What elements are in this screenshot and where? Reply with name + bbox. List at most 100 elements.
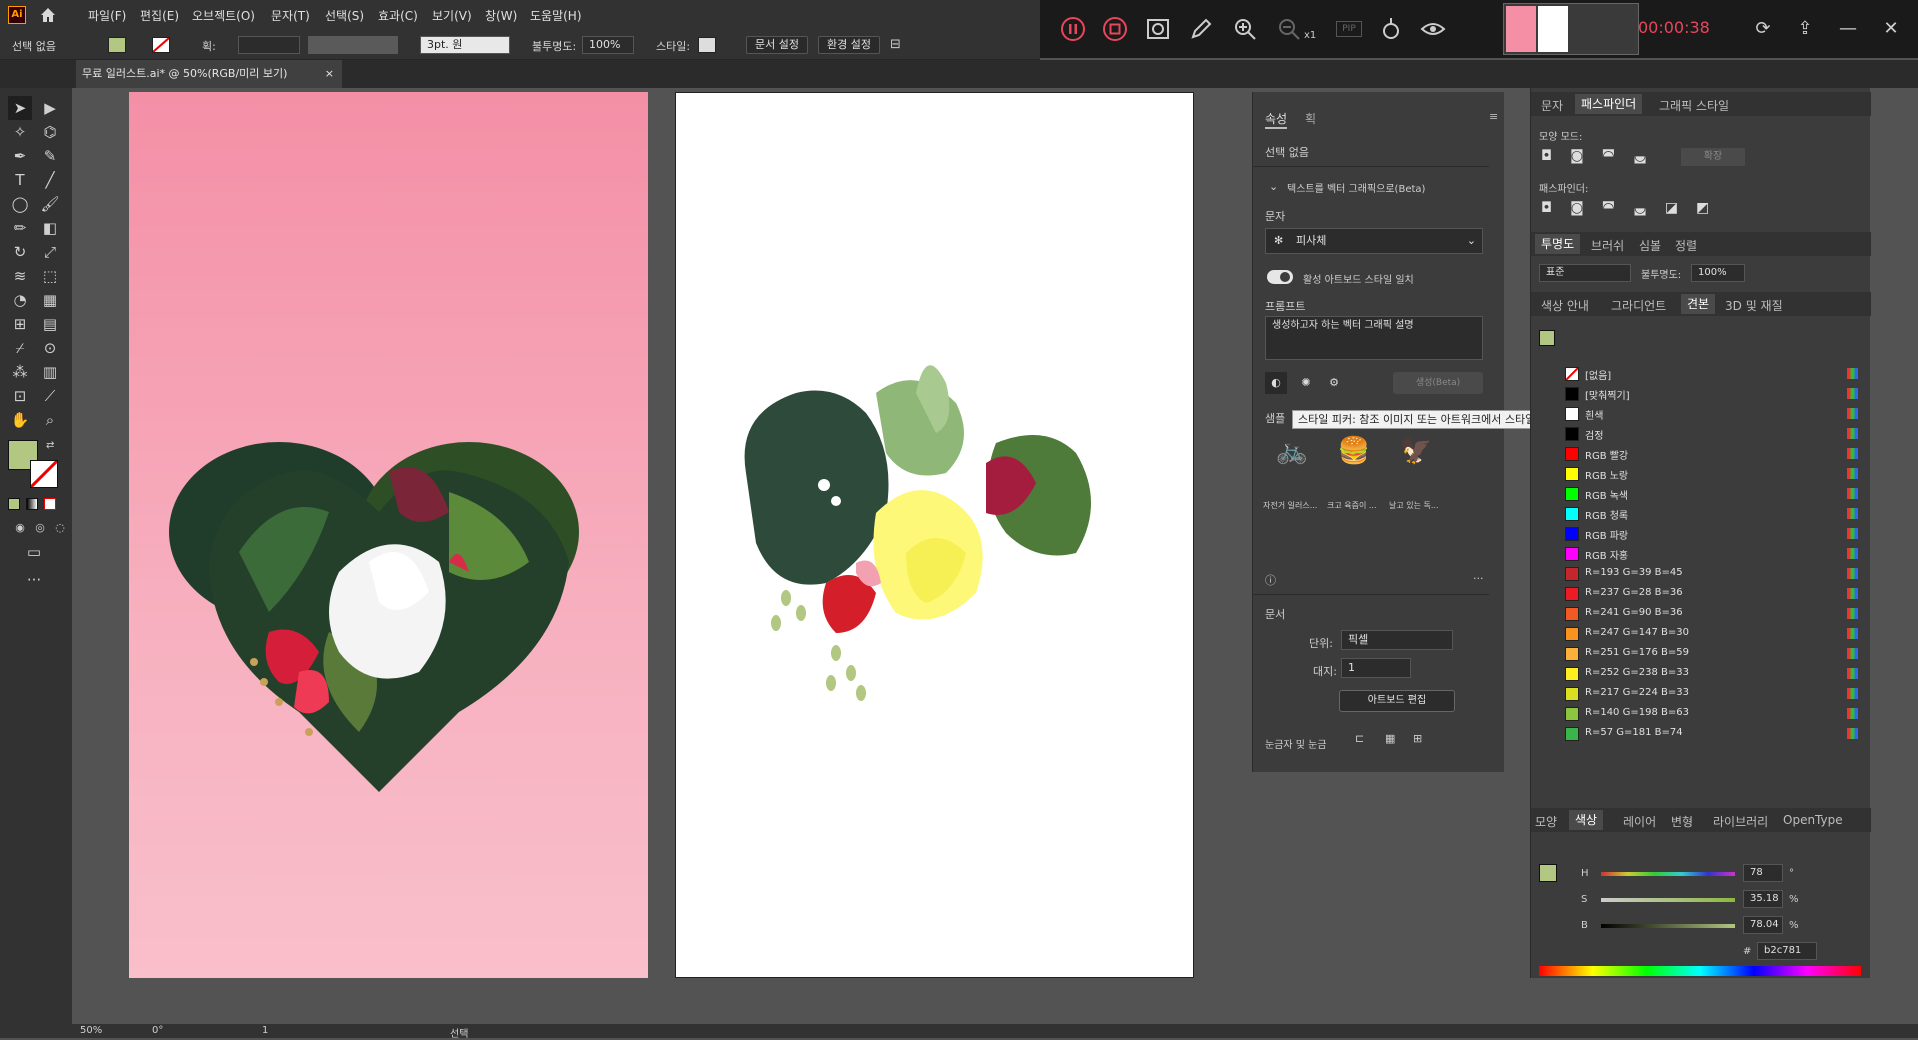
- tab-properties[interactable]: 속성: [1265, 110, 1288, 129]
- curvature-tool-icon[interactable]: ✎: [38, 144, 62, 168]
- brightness-field[interactable]: 78.04: [1743, 916, 1783, 934]
- eye-icon[interactable]: [1420, 16, 1446, 42]
- gradient-tool-icon[interactable]: ▤: [38, 312, 62, 336]
- slice-tool-icon[interactable]: ⟋: [38, 384, 62, 408]
- cursor-effect-icon[interactable]: [1378, 16, 1404, 42]
- more-tools-icon[interactable]: ···: [22, 568, 46, 592]
- menu-view[interactable]: 보기(V): [432, 7, 472, 24]
- chevron-down-icon[interactable]: ⌄: [1269, 180, 1278, 193]
- pathfinder-icons[interactable]: ◘◙◚◛◪◩: [1541, 200, 1727, 216]
- eyedropper-tool-icon[interactable]: ⌿: [8, 336, 32, 360]
- burger-icon[interactable]: 🍔: [1333, 436, 1375, 472]
- lasso-tool-icon[interactable]: ⌬: [38, 120, 62, 144]
- grid-icon[interactable]: ▦: [1385, 732, 1395, 745]
- tab-color-guide[interactable]: 색상 안내: [1541, 297, 1589, 314]
- eagle-icon[interactable]: 🦅: [1395, 436, 1437, 472]
- swatches-fill-box[interactable]: [1539, 330, 1555, 346]
- artboard-navigator[interactable]: 1: [262, 1025, 268, 1036]
- tab-libraries[interactable]: 라이브러리: [1713, 813, 1768, 830]
- graph-tool-icon[interactable]: ▥: [38, 360, 62, 384]
- stroke-weight-field[interactable]: [238, 36, 300, 54]
- tab-graphic-styles[interactable]: 그래픽 스타일: [1659, 97, 1729, 114]
- close-tab-icon[interactable]: ×: [325, 60, 334, 88]
- direct-selection-tool-icon[interactable]: ▶: [38, 96, 62, 120]
- menu-file[interactable]: 파일(F): [88, 7, 126, 24]
- brush-definition[interactable]: 3pt. 원: [420, 36, 510, 54]
- tab-opentype[interactable]: OpenType: [1783, 813, 1843, 827]
- tab-character[interactable]: 문자: [1541, 97, 1563, 114]
- swatch-row[interactable]: RGB 파랑: [1537, 524, 1867, 544]
- pencil-icon[interactable]: [1188, 16, 1214, 42]
- panel-menu-icon[interactable]: ≡: [1489, 110, 1498, 123]
- tab-brushes[interactable]: 브러쉬: [1591, 237, 1624, 254]
- tab-3d-materials[interactable]: 3D 및 재질: [1725, 297, 1783, 314]
- swatch-row[interactable]: RGB 녹색: [1537, 484, 1867, 504]
- swatch-row[interactable]: R=251 G=176 B=59: [1537, 644, 1867, 664]
- tab-layers[interactable]: 레이어: [1623, 813, 1656, 830]
- menu-select[interactable]: 선택(S): [325, 7, 364, 24]
- pause-icon[interactable]: [1060, 16, 1086, 42]
- swatch-row[interactable]: RGB 자홍: [1537, 544, 1867, 564]
- paintbrush-tool-icon[interactable]: 🖌: [38, 192, 62, 216]
- shape-mode-icons[interactable]: ◘◙◚◛: [1541, 148, 1665, 164]
- close-icon[interactable]: ✕: [1878, 16, 1904, 42]
- graphic-style-swatch[interactable]: [698, 37, 716, 53]
- lightbulb-icon[interactable]: ✺: [1295, 372, 1317, 394]
- swatch-row[interactable]: R=237 G=28 B=36: [1537, 584, 1867, 604]
- swatch-row[interactable]: [없음]: [1537, 364, 1867, 384]
- mesh-tool-icon[interactable]: ⊞: [8, 312, 32, 336]
- swatch-row[interactable]: 흰색: [1537, 404, 1867, 424]
- gear-icon[interactable]: ⚙: [1323, 372, 1345, 394]
- menu-object[interactable]: 오브젝트(O): [192, 7, 255, 24]
- tab-transparency[interactable]: 투명도: [1535, 234, 1581, 254]
- style-picker-icon[interactable]: ◐: [1265, 372, 1287, 394]
- swatch-row[interactable]: RGB 노랑: [1537, 464, 1867, 484]
- recording-thumbnail[interactable]: [1503, 3, 1639, 55]
- zoom-level[interactable]: 50%: [80, 1025, 102, 1036]
- blend-mode-dropdown[interactable]: 표준: [1539, 264, 1631, 282]
- document-tab[interactable]: 무료 일러스트.ai* @ 50%(RGB/미리 보기) ×: [76, 60, 342, 88]
- tab-pathfinder[interactable]: 패스파인더: [1575, 94, 1643, 114]
- tab-stroke[interactable]: 획: [1305, 110, 1316, 127]
- blend-tool-icon[interactable]: ⊙: [38, 336, 62, 360]
- tab-swatches[interactable]: 견본: [1681, 294, 1716, 314]
- style-match-toggle[interactable]: [1267, 270, 1293, 284]
- document-setup-button[interactable]: 문서 설정: [746, 36, 808, 54]
- zoom-in-icon[interactable]: [1232, 16, 1258, 42]
- swatch-row[interactable]: RGB 청록: [1537, 504, 1867, 524]
- transparency-opacity-field[interactable]: 100%: [1691, 264, 1745, 282]
- swap-colors-icon[interactable]: ⇄: [46, 440, 58, 452]
- ellipse-tool-icon[interactable]: ◯: [8, 192, 32, 216]
- selection-tool-icon[interactable]: ➤: [8, 96, 32, 120]
- swatch-row[interactable]: R=241 G=90 B=36: [1537, 604, 1867, 624]
- swatch-row[interactable]: [맞춰찍기]: [1537, 384, 1867, 404]
- ruler-icon[interactable]: ⊏: [1355, 732, 1364, 745]
- perspective-grid-tool-icon[interactable]: ▦: [38, 288, 62, 312]
- swatch-row[interactable]: R=193 G=39 B=45: [1537, 564, 1867, 584]
- preferences-button[interactable]: 환경 설정: [818, 36, 880, 54]
- hue-slider[interactable]: [1601, 872, 1735, 876]
- settings-icon[interactable]: ⟳: [1750, 16, 1776, 42]
- tab-gradient[interactable]: 그라디언트: [1611, 297, 1666, 314]
- swatch-row[interactable]: R=217 G=224 B=33: [1537, 684, 1867, 704]
- generate-button[interactable]: 생성(Beta): [1393, 372, 1483, 394]
- fill-swatch[interactable]: [108, 37, 126, 53]
- color-mode-icon[interactable]: [8, 498, 20, 510]
- stroke-swatch[interactable]: [152, 37, 170, 53]
- export-icon[interactable]: ⇪: [1792, 16, 1818, 42]
- hand-tool-icon[interactable]: ✋: [8, 408, 32, 432]
- warp-tool-icon[interactable]: ≋: [8, 264, 32, 288]
- variable-width-profile[interactable]: [308, 36, 398, 54]
- expand-button[interactable]: 확장: [1681, 148, 1745, 166]
- artboard-tool-icon[interactable]: ⊡: [8, 384, 32, 408]
- line-tool-icon[interactable]: ╱: [38, 168, 62, 192]
- menu-edit[interactable]: 편집(E): [140, 7, 179, 24]
- brightness-slider[interactable]: [1601, 924, 1735, 928]
- hue-field[interactable]: 78: [1743, 864, 1783, 882]
- shape-builder-tool-icon[interactable]: ◔: [8, 288, 32, 312]
- color-spectrum[interactable]: [1539, 966, 1861, 976]
- pencil-tool-icon[interactable]: ✏: [8, 216, 32, 240]
- zoom-out-icon[interactable]: [1276, 16, 1302, 42]
- home-icon[interactable]: [38, 5, 58, 25]
- symbol-sprayer-tool-icon[interactable]: ⁂: [8, 360, 32, 384]
